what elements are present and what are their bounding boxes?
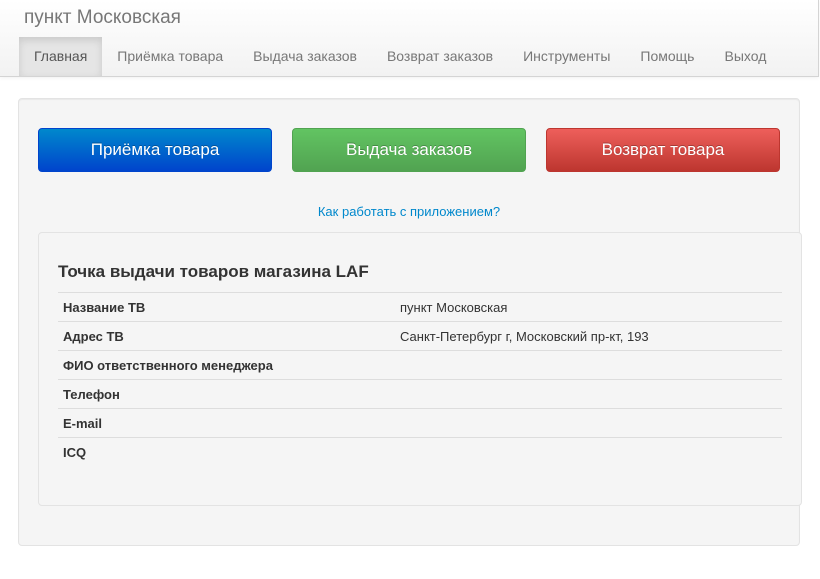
row-key: ICQ: [58, 437, 395, 466]
row-value: пункт Московская: [395, 292, 782, 322]
table-row: Адрес ТВ Санкт-Петербург г, Московский п…: [58, 321, 782, 351]
help-link[interactable]: Как работать с приложением?: [0, 204, 818, 219]
table-row: ICQ: [58, 437, 782, 466]
row-key: Телефон: [58, 379, 395, 409]
table-row: E-mail: [58, 408, 782, 438]
table-row: Телефон: [58, 379, 782, 409]
return-goods-button[interactable]: Возврат товара: [546, 128, 780, 172]
row-value: [395, 437, 782, 466]
nav-item-return-orders[interactable]: Возврат заказов: [372, 37, 508, 76]
receive-goods-button[interactable]: Приёмка товара: [38, 128, 272, 172]
row-value: [395, 350, 782, 380]
top-navbar: пункт Московская Главная Приёмка товара …: [0, 0, 819, 77]
nav-item-tools[interactable]: Инструменты: [508, 37, 625, 76]
row-key: ФИО ответственного менеджера: [58, 350, 395, 380]
row-key: E-mail: [58, 408, 395, 438]
row-key: Название ТВ: [58, 292, 395, 322]
nav-item-issue-orders[interactable]: Выдача заказов: [238, 37, 372, 76]
nav-item-home[interactable]: Главная: [19, 37, 103, 76]
row-value: Санкт-Петербург г, Московский пр-кт, 193: [395, 321, 782, 351]
issue-orders-button[interactable]: Выдача заказов: [292, 128, 526, 172]
brand-title[interactable]: пункт Московская: [24, 7, 181, 29]
row-value: [395, 379, 782, 409]
nav-item-logout[interactable]: Выход: [709, 37, 781, 76]
nav-item-help[interactable]: Помощь: [625, 37, 709, 76]
table-row: Название ТВ пункт Московская: [58, 292, 782, 322]
table-row: ФИО ответственного менеджера: [58, 350, 782, 380]
nav-item-receive[interactable]: Приёмка товара: [102, 37, 238, 76]
main-nav: Главная Приёмка товара Выдача заказов Во…: [19, 37, 781, 76]
info-table: Название ТВ пункт Московская Адрес ТВ Са…: [58, 292, 782, 466]
row-key: Адрес ТВ: [58, 321, 395, 351]
panel-title: Точка выдачи товаров магазина LAF: [58, 262, 369, 281]
row-value: [395, 408, 782, 438]
